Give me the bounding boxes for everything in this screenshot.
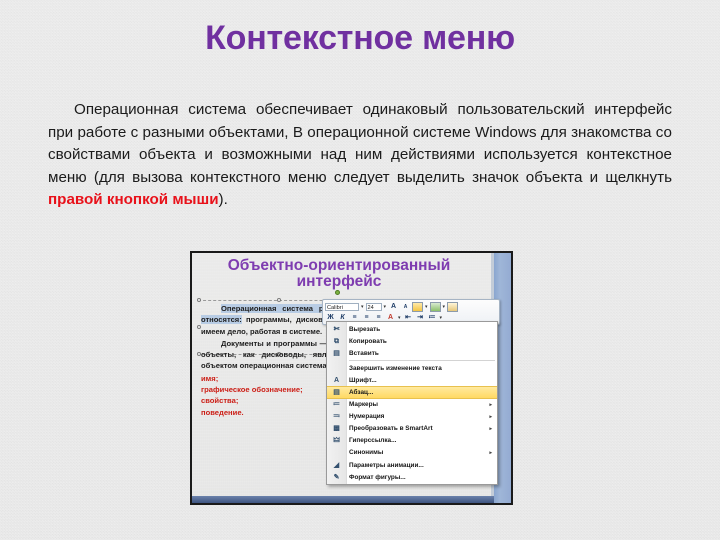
context-menu-item-label: Вставить (349, 349, 379, 357)
scissors-icon: ✄ (333, 325, 340, 333)
shape-format-icon: ✎ (333, 473, 340, 481)
context-menu-item-label: Гиперссылка... (349, 437, 397, 445)
context-menu-item[interactable]: 🜲 Гиперссылка... (327, 435, 497, 447)
inner-slide-title: Объектно-ориентированный интерфейс (227, 257, 451, 291)
context-menu-item[interactable]: Завершить изменение текста (327, 362, 497, 374)
context-menu-item-label: Нумерация (349, 413, 385, 421)
context-menu-item-label: Шрифт... (349, 376, 377, 384)
rotate-handle-icon[interactable] (335, 290, 340, 295)
context-menu-item[interactable]: ✄ Вырезать (327, 323, 497, 335)
hyperlink-icon: 🜲 (333, 437, 340, 445)
context-menu-item[interactable]: A Шрифт... (327, 374, 497, 386)
slide-canvas: Контекстное меню Операционная система об… (0, 0, 720, 540)
submenu-arrow-icon: ▸ (489, 413, 492, 420)
context-menu-item-label: Синонимы (349, 449, 384, 457)
context-menu-item[interactable]: ◢ Параметры анимации... (327, 459, 497, 471)
paste-icon: ▤ (333, 349, 340, 357)
grow-font-icon[interactable]: A (388, 302, 399, 312)
context-menu-item[interactable]: ▤ Вставить (327, 347, 497, 359)
body-text-pre: Операционная система обеспечивает одинак… (48, 101, 672, 186)
smartart-icon: ▩ (333, 425, 340, 433)
bullets-icon: ≔ (333, 401, 340, 409)
resize-handle-tm[interactable] (277, 298, 281, 302)
body-text-post: ). (218, 191, 228, 208)
context-menu-item[interactable]: ▩ Преобразовать в SmartArt ▸ (327, 423, 497, 435)
font-color-a-chevron-down-icon[interactable]: ▾ (397, 315, 402, 321)
context-menu-item[interactable]: ≔ Маркеры ▸ (327, 399, 497, 411)
font-size-input[interactable]: 24 (365, 302, 382, 311)
bullets-chevron-down-icon[interactable]: ▾ (439, 315, 444, 321)
submenu-arrow-icon: ▸ (489, 425, 492, 432)
context-menu-item[interactable]: Синонимы ▸ (327, 447, 497, 459)
end-text-edit-icon (331, 364, 342, 373)
slide-bottom-bar (192, 496, 494, 503)
context-menu-item-label: Преобразовать в SmartArt (349, 425, 433, 433)
highlight-chevron-down-icon[interactable]: ▾ (424, 304, 429, 310)
context-menu-item-label: Копировать (349, 337, 387, 345)
paragraph-icon: ▤ (333, 389, 340, 397)
synonyms-icon (331, 448, 342, 457)
resize-handle-tl[interactable] (197, 298, 201, 302)
context-menu-item-label: Параметры анимации... (349, 461, 424, 469)
numbering-icon: ≕ (333, 413, 340, 421)
font-color-icon[interactable] (429, 301, 441, 312)
context-menu-separator (349, 360, 495, 362)
submenu-arrow-icon: ▸ (489, 449, 492, 456)
context-menu-item[interactable]: ≕ Нумерация ▸ (327, 411, 497, 423)
page-title: Контекстное меню (205, 19, 515, 57)
font-size-chevron-down-icon[interactable]: ▾ (383, 304, 388, 310)
text-highlight-color-icon[interactable] (412, 301, 424, 312)
context-menu-item[interactable]: ✎ Формат фигуры... (327, 471, 497, 483)
font-name-input[interactable]: Calibri (325, 302, 359, 311)
context-menu-item[interactable]: ⧉ Копировать (327, 335, 497, 347)
embedded-screenshot: Объектно-ориентированный интерфейс Опера… (190, 251, 513, 505)
context-menu-item-label: Маркеры (349, 401, 378, 409)
shrink-font-icon[interactable]: A (400, 302, 411, 312)
body-text-highlight: правой кнопкой мыши (48, 191, 219, 208)
font-name-chevron-down-icon[interactable]: ▾ (360, 304, 365, 310)
mini-toolbar-row-1: Calibri ▾ 24 ▾ A A ▾ ▾ (325, 301, 497, 312)
body-paragraph: Операционная система обеспечивает одинак… (48, 99, 672, 212)
submenu-arrow-icon: ▸ (489, 401, 492, 408)
context-menu-item-label: Завершить изменение текста (349, 364, 442, 372)
animation-icon: ◢ (333, 461, 340, 469)
context-menu-item[interactable]: ▤ Абзац... (327, 386, 497, 399)
context-menu-items: ✄ Вырезать ⧉ Копировать ▤ Вставить Завершить и… (327, 323, 497, 483)
context-menu-item-label: Абзац... (349, 389, 374, 397)
context-menu-item-label: Формат фигуры... (349, 473, 406, 481)
copy-icon: ⧉ (334, 337, 339, 345)
context-menu[interactable]: ✄ Вырезать ⧉ Копировать ▤ Вставить Завершить и… (326, 321, 498, 486)
context-menu-item-label: Вырезать (349, 325, 381, 333)
font-color-chevron-down-icon[interactable]: ▾ (442, 304, 447, 310)
format-painter-icon[interactable] (447, 301, 459, 312)
font-icon: A (333, 376, 340, 384)
